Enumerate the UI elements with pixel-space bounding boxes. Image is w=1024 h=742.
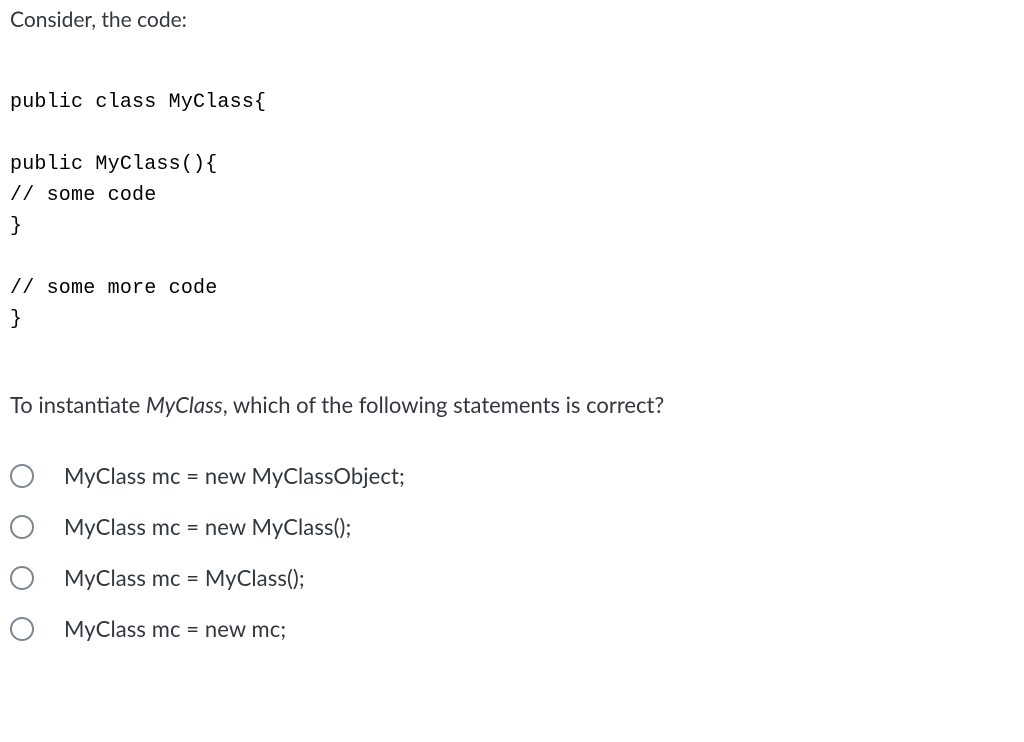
question-prefix: To instantiate	[10, 391, 146, 418]
radio-option-3[interactable]	[10, 566, 34, 590]
option-label-2[interactable]: MyClass mc = new MyClass();	[64, 513, 351, 540]
option-row: MyClass mc = MyClass();	[10, 564, 1014, 591]
question-suffix: , which of the following statements is c…	[223, 391, 665, 418]
options-group: MyClass mc = new MyClassObject; MyClass …	[10, 462, 1014, 642]
radio-option-4[interactable]	[10, 617, 34, 641]
radio-option-1[interactable]	[10, 464, 34, 488]
option-row: MyClass mc = new MyClass();	[10, 513, 1014, 540]
option-row: MyClass mc = new MyClassObject;	[10, 462, 1014, 489]
option-label-1[interactable]: MyClass mc = new MyClassObject;	[64, 462, 405, 489]
intro-text: Consider, the code:	[10, 6, 1014, 33]
option-row: MyClass mc = new mc;	[10, 615, 1014, 642]
option-label-4[interactable]: MyClass mc = new mc;	[64, 615, 286, 642]
option-label-3[interactable]: MyClass mc = MyClass();	[64, 564, 305, 591]
code-snippet: public class MyClass{ public MyClass(){ …	[10, 87, 1014, 335]
question-prompt: To instantiate MyClass, which of the fol…	[10, 391, 1014, 418]
radio-option-2[interactable]	[10, 515, 34, 539]
question-page: Consider, the code: public class MyClass…	[0, 0, 1024, 676]
question-em: MyClass	[146, 391, 223, 418]
